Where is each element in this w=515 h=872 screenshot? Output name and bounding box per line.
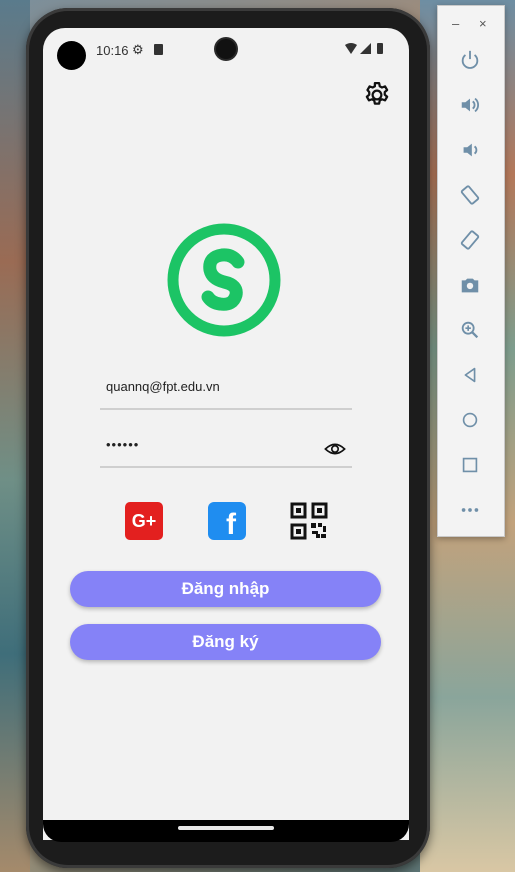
navigation-bar — [43, 820, 409, 842]
facebook-icon: f — [226, 508, 236, 540]
home-button[interactable] — [458, 408, 482, 432]
volume-up-button[interactable] — [458, 93, 482, 117]
camera-icon — [461, 278, 479, 293]
front-camera — [216, 39, 236, 59]
rotate-left-icon — [460, 185, 480, 205]
overview-icon — [462, 457, 478, 473]
status-time: 10:16 — [96, 43, 129, 58]
rotate-right-button[interactable] — [458, 228, 482, 252]
home-gesture-handle[interactable] — [178, 826, 274, 830]
password-input[interactable] — [100, 437, 316, 452]
overview-button[interactable] — [458, 453, 482, 477]
qr-code-icon[interactable] — [290, 502, 328, 540]
logo-icon — [167, 223, 281, 337]
status-settings-icon: ⚙ — [132, 42, 144, 57]
signal-icon — [360, 43, 371, 54]
eye-icon[interactable] — [324, 438, 346, 460]
google-plus-button[interactable]: G+ — [125, 502, 163, 540]
rotate-right-icon — [460, 230, 480, 250]
register-button[interactable]: Đăng ký — [70, 624, 381, 660]
sd-card-icon — [154, 44, 163, 55]
status-profile-dot — [57, 41, 86, 70]
google-plus-icon: G+ — [131, 510, 157, 531]
close-button[interactable]: × — [479, 16, 487, 31]
volume-down-icon — [463, 143, 478, 157]
battery-icon — [377, 43, 383, 54]
home-icon — [462, 412, 478, 428]
login-button[interactable]: Đăng nhập — [70, 571, 381, 607]
volume-up-icon — [461, 97, 479, 113]
rotate-left-button[interactable] — [458, 183, 482, 207]
screenshot-button[interactable] — [458, 273, 482, 297]
minimize-button[interactable]: – — [452, 16, 459, 31]
facebook-button[interactable]: f — [208, 502, 246, 540]
zoom-button[interactable] — [458, 318, 482, 342]
settings-icon[interactable] — [362, 80, 392, 110]
back-icon — [464, 367, 476, 383]
more-button[interactable] — [458, 498, 482, 522]
volume-down-button[interactable] — [458, 138, 482, 162]
power-icon — [461, 50, 479, 69]
password-field[interactable] — [100, 433, 352, 468]
email-input[interactable] — [100, 379, 316, 394]
power-button[interactable] — [458, 48, 482, 72]
zoom-icon — [461, 321, 479, 339]
back-button[interactable] — [458, 363, 482, 387]
emulator-toolbar: – × — [437, 5, 505, 537]
more-icon — [461, 508, 479, 512]
email-field[interactable] — [100, 375, 352, 410]
wifi-icon — [345, 43, 357, 54]
